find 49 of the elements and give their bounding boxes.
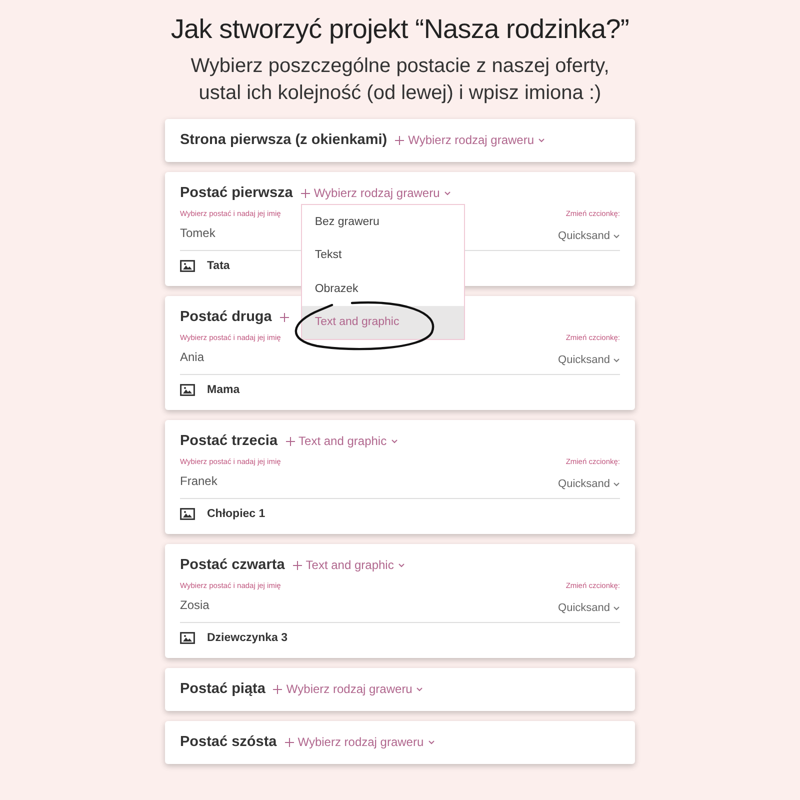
plus-icon — [280, 312, 289, 322]
engraving-select[interactable]: Text and graphic — [298, 434, 398, 448]
caret-icon — [613, 482, 620, 486]
font-select[interactable]: Quicksand — [558, 478, 620, 490]
font-select[interactable]: Quicksand — [558, 602, 620, 614]
caret-icon — [613, 606, 620, 610]
section-title: Postać pierwsza — [180, 185, 293, 201]
caret-icon — [538, 138, 546, 142]
dropdown-option[interactable]: Text and graphic — [302, 306, 464, 339]
caret-icon — [416, 686, 424, 692]
image-icon — [180, 632, 195, 644]
plus-icon — [292, 560, 302, 570]
name-field[interactable]: Franek — [180, 474, 218, 488]
name-field[interactable]: Tomek — [180, 226, 216, 240]
name-field[interactable]: Zosia — [180, 598, 210, 612]
plus-icon — [286, 436, 295, 446]
figure-name: Tata — [207, 260, 230, 272]
section-title: Strona pierwsza (z okienkami) — [180, 132, 388, 148]
section-title: Postać czwarta — [180, 557, 285, 573]
name-field[interactable]: Ania — [180, 350, 204, 364]
engraving-select[interactable]: Wybierz rodzaj graweru — [286, 682, 424, 696]
caret-icon — [613, 234, 620, 238]
section-title: Postać trzecia — [180, 433, 278, 449]
figure-name: Dziewczynka 3 — [207, 632, 288, 644]
caret-icon — [428, 740, 435, 744]
section-title: Postać piąta — [180, 681, 266, 697]
image-icon — [180, 260, 195, 272]
plus-icon — [300, 188, 310, 198]
image-icon — [180, 508, 195, 520]
engraving-select[interactable]: Text and graphic — [306, 558, 405, 572]
figure-name: Mama — [207, 384, 240, 396]
plus-icon — [395, 136, 404, 144]
engraving-select[interactable]: Wybierz rodzaj graweru — [314, 186, 451, 200]
font-select[interactable]: Quicksand — [558, 354, 620, 366]
section-title: Postać druga — [180, 309, 272, 325]
engraving-select[interactable]: Wybierz rodzaj graweru — [298, 735, 435, 749]
page-heading: Jak stworzyć projekt “Nasza rodzinka?” — [170, 14, 630, 45]
section-title: Postać szósta — [180, 734, 277, 750]
caret-icon — [444, 190, 451, 196]
image-icon — [180, 384, 195, 396]
plus-icon — [284, 738, 294, 746]
engraving-select[interactable]: Wybierz rodzaj graweru — [408, 133, 546, 147]
font-select[interactable]: Quicksand — [558, 230, 620, 242]
instructions-text: Wybierz poszczególne postacie z naszej oferty, ustal ich kolejność (od lewej) i wpisz imiona :) — [190, 54, 610, 106]
caret-icon — [390, 438, 398, 444]
caret-icon — [613, 358, 620, 362]
caret-icon — [398, 562, 405, 568]
figure-name: Chłopiec 1 — [207, 508, 266, 520]
plus-icon — [273, 684, 282, 694]
